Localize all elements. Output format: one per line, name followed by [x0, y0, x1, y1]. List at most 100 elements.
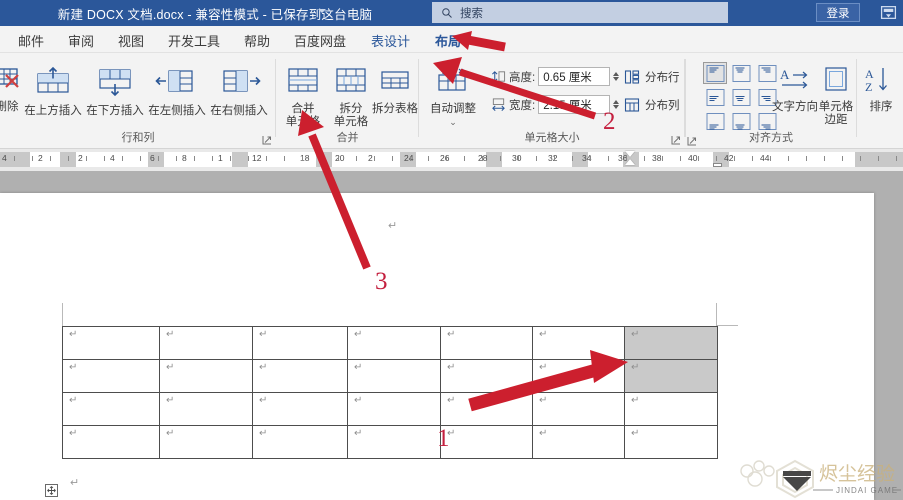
table-cell[interactable]: ↵ — [440, 425, 533, 459]
table-row[interactable]: ↵ ↵ ↵ ↵ ↵ ↵ ↵ — [62, 326, 718, 360]
row-height-label: 高度: — [509, 71, 536, 84]
autofit-label: 自动调整 — [430, 103, 476, 115]
table-cell[interactable]: ↵ — [252, 425, 348, 459]
rows-columns-dialog-launcher-icon[interactable] — [262, 135, 272, 145]
table-cell[interactable]: ↵ — [252, 392, 348, 426]
left-indent-marker[interactable] — [713, 163, 722, 167]
merge-cells-button[interactable]: 合并 单元格 — [282, 65, 324, 129]
cell-size-dialog-launcher-icon[interactable] — [671, 135, 681, 145]
table-cell[interactable]: ↵ — [62, 425, 160, 459]
ribbon-tab-1[interactable]: 审阅 — [68, 29, 94, 51]
row-height-input[interactable]: 0.65 厘米 — [538, 67, 611, 86]
text-direction-button[interactable]: A 文字方向 — [772, 65, 818, 114]
table-cell[interactable]: ↵ — [347, 359, 441, 393]
ribbon-tab-7[interactable]: 布局 — [435, 29, 462, 55]
table-cell[interactable]: ↵ — [532, 326, 625, 360]
ruler-label: 4 — [2, 153, 7, 163]
ruler-tick — [608, 156, 609, 161]
search-input-placeholder: 搜索 — [460, 7, 483, 20]
table-cell[interactable]: ↵ — [159, 359, 253, 393]
table-row[interactable]: ↵ ↵ ↵ ↵ ↵ ↵ ↵ — [62, 425, 718, 459]
ribbon-group-rows-columns: 删除 在上方插入 在下方插入 在左侧插入 在右侧插入 行和列 — [0, 53, 276, 149]
document-page[interactable]: ↵ ↵ ↵ ↵ ↵ ↵ ↵ ↵ ↵ ↵ ↵ ↵ ↵ ↵ ↵ ↵ ↵ ↵ ↵ ↵ ↵ ↵ ↵ ↵ ↵ ↵ ↵ ↵ ↵ ↵ — [0, 193, 874, 500]
ruler-tick — [194, 156, 195, 161]
search-box[interactable]: 搜索 — [432, 2, 728, 23]
table-cell[interactable]: ↵ — [347, 326, 441, 360]
distribute-rows-button[interactable]: 分布行 — [624, 69, 680, 85]
table-cell[interactable]: ↵ — [624, 359, 718, 393]
distribute-rows-label: 分布行 — [645, 72, 680, 84]
autofit-button[interactable]: 自动调整 ⌄ — [427, 65, 479, 129]
paragraph-mark-below-table: ↵ — [70, 477, 80, 489]
insert-row-above-button[interactable]: 在上方插入 — [22, 65, 84, 118]
table-cell[interactable]: ↵ — [347, 392, 441, 426]
ribbon-tab-2[interactable]: 视图 — [118, 29, 144, 51]
table-cell[interactable]: ↵ — [440, 359, 533, 393]
ruler-tick — [698, 156, 699, 161]
cell-margins-button[interactable]: 单元格 边距 — [817, 65, 855, 127]
table-cell[interactable]: ↵ — [532, 359, 625, 393]
split-cells-button[interactable]: 拆分 单元格 — [330, 65, 372, 129]
align-middle-center-button[interactable] — [729, 86, 753, 108]
ruler-tick — [32, 156, 33, 161]
table-cell[interactable]: ↵ — [159, 425, 253, 459]
table-cell[interactable]: ↵ — [159, 326, 253, 360]
table-cell[interactable]: ↵ — [62, 392, 160, 426]
table-cell[interactable]: ↵ — [624, 425, 718, 459]
table-cell[interactable]: ↵ — [440, 326, 533, 360]
table-cell[interactable]: ↵ — [62, 359, 160, 393]
split-table-button[interactable]: 拆分表格 — [372, 65, 418, 116]
cell-margins-label-line1: 单元格 — [818, 101, 854, 113]
table-cell[interactable]: ↵ — [532, 392, 625, 426]
ribbon-tab-3[interactable]: 开发工具 — [168, 29, 220, 51]
ribbon-tab-0[interactable]: 邮件 — [18, 29, 44, 51]
table-row[interactable]: ↵ ↵ ↵ ↵ ↵ ↵ ↵ — [62, 359, 718, 393]
align-top-left-button[interactable] — [703, 62, 727, 84]
ribbon-display-options-icon[interactable] — [880, 4, 897, 21]
insert-row-above-label: 在上方插入 — [24, 105, 82, 117]
horizontal-ruler[interactable]: 422468112182022426283032343638404244 — [0, 149, 903, 171]
ribbon-tab-4[interactable]: 帮助 — [244, 29, 270, 51]
table-row[interactable]: ↵ ↵ ↵ ↵ ↵ ↵ ↵ — [62, 392, 718, 426]
table-cell[interactable]: ↵ — [62, 326, 160, 360]
insert-row-below-button[interactable]: 在下方插入 — [84, 65, 146, 118]
ruler-label: 2 — [368, 153, 373, 163]
alignment-dialog-launcher-icon[interactable] — [687, 136, 697, 146]
document-area: ↵ ↵ ↵ ↵ ↵ ↵ ↵ ↵ ↵ ↵ ↵ ↵ ↵ ↵ ↵ ↵ ↵ ↵ ↵ ↵ ↵ ↵ ↵ ↵ ↵ ↵ ↵ ↵ ↵ ↵ — [0, 171, 903, 500]
sort-az-icon: A Z — [863, 65, 899, 99]
ruler-tick — [734, 156, 735, 161]
align-top-center-button[interactable] — [729, 62, 753, 84]
insert-column-left-button[interactable]: 在左侧插入 — [146, 65, 208, 118]
ruler-tick — [554, 156, 555, 161]
sort-button[interactable]: A Z 排序 — [859, 65, 903, 114]
table-cell[interactable]: ↵ — [532, 425, 625, 459]
table-cell[interactable]: ↵ — [252, 326, 348, 360]
search-icon — [442, 7, 452, 18]
table-cell[interactable]: ↵ — [347, 425, 441, 459]
document-table[interactable]: ↵ ↵ ↵ ↵ ↵ ↵ ↵ ↵ ↵ ↵ ↵ ↵ ↵ ↵ ↵ ↵ ↵ ↵ ↵ ↵ ↵ ↵ ↵ ↵ ↵ ↵ ↵ ↵ — [62, 326, 718, 459]
ribbon-tab-5[interactable]: 百度网盘 — [294, 29, 346, 51]
distribute-columns-button[interactable]: 分布列 — [624, 97, 680, 113]
insert-column-right-button[interactable]: 在右侧插入 — [208, 65, 270, 118]
ruler-tick — [680, 156, 681, 161]
row-height-spinner[interactable] — [613, 72, 620, 81]
table-cell[interactable]: ↵ — [159, 392, 253, 426]
table-move-handle[interactable] — [45, 484, 58, 497]
table-cell[interactable]: ↵ — [252, 359, 348, 393]
ribbon-tab-6[interactable]: 表设计 — [371, 29, 410, 51]
autofit-icon — [433, 65, 473, 101]
ruler-tab-block — [316, 152, 332, 167]
text-boundary-line — [716, 325, 738, 326]
chevron-down-icon[interactable] — [318, 9, 326, 13]
table-cell[interactable]: ↵ — [440, 392, 533, 426]
sign-in-button[interactable]: 登录 — [816, 3, 860, 22]
insert-column-right-label: 在右侧插入 — [210, 105, 268, 117]
ruler-tick — [392, 156, 393, 161]
align-middle-left-button[interactable] — [703, 86, 727, 108]
autofit-dropdown-chevron-icon[interactable]: ⌄ — [449, 116, 457, 129]
table-cell[interactable]: ↵ — [624, 392, 718, 426]
column-width-input[interactable]: 2.15 厘米 — [538, 95, 611, 114]
ruler-tick — [410, 156, 411, 161]
text-direction-label: 文字方向 — [772, 101, 818, 113]
table-cell[interactable]: ↵ — [624, 326, 718, 360]
